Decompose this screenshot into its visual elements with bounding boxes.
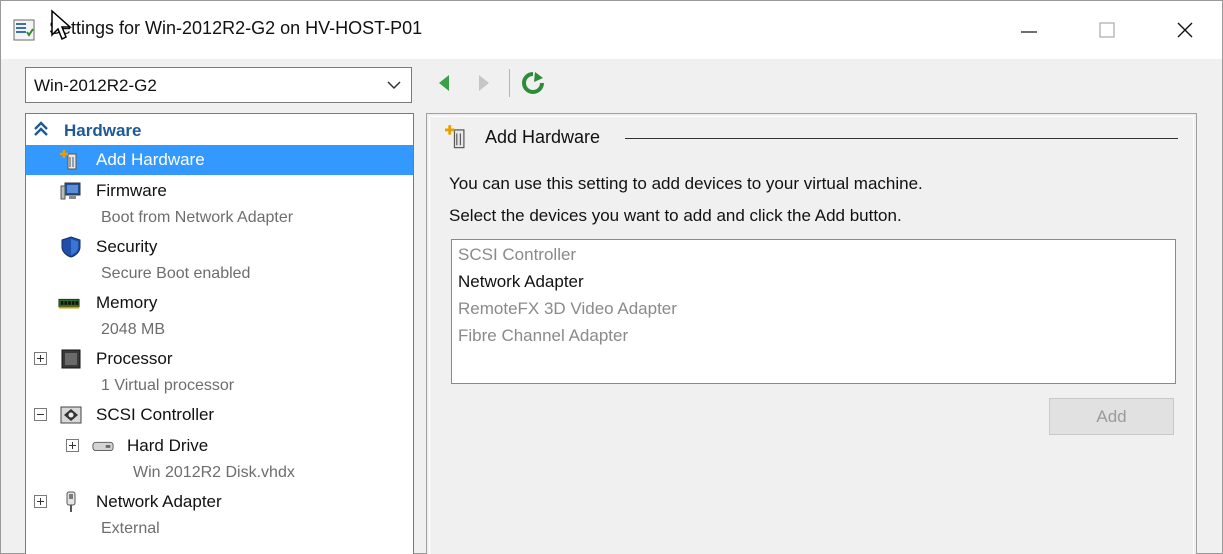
- sidebar-item-label: Firmware: [96, 181, 167, 200]
- network-adapter-icon: [66, 491, 76, 512]
- minimize-icon: [1021, 31, 1037, 33]
- device-item-fibre-channel-adapter[interactable]: Fibre Channel Adapter: [458, 326, 628, 346]
- sidebar-item-detail: Secure Boot enabled: [101, 265, 251, 282]
- sidebar-item-detail: Win 2012R2 Disk.vhdx: [133, 464, 295, 481]
- device-item-remotefx-adapter[interactable]: RemoteFX 3D Video Adapter: [458, 299, 677, 319]
- chevron-down-icon: [387, 81, 401, 90]
- sidebar-item-hard-drive[interactable]: Hard Drive: [26, 431, 413, 461]
- sidebar-item-detail: 2048 MB: [101, 321, 166, 338]
- header-divider: [625, 138, 1178, 139]
- collapse-chevron-icon: [34, 121, 48, 136]
- sidebar-item-detail: Boot from Network Adapter: [101, 209, 294, 226]
- device-item-scsi-controller[interactable]: SCSI Controller: [458, 245, 576, 265]
- forward-arrow-icon[interactable]: [471, 71, 495, 95]
- window-title: Settings for Win-2012R2-G2 on HV-HOST-P0…: [49, 18, 423, 38]
- processor-icon: [61, 349, 81, 369]
- minimize-button[interactable]: [1009, 13, 1049, 47]
- sidebar-item-detail: 1 Virtual processor: [101, 377, 235, 394]
- sidebar-item-label: Memory: [96, 293, 158, 312]
- memory-icon: [58, 298, 80, 309]
- sidebar-item-processor[interactable]: Processor: [26, 344, 413, 374]
- sidebar-item-memory[interactable]: Memory: [26, 288, 413, 318]
- hardware-section-header[interactable]: Hardware: [32, 120, 141, 142]
- sidebar-item-label: Add Hardware: [96, 150, 205, 169]
- close-button[interactable]: [1165, 13, 1205, 47]
- maximize-button[interactable]: [1087, 13, 1127, 47]
- shield-icon: [61, 236, 81, 258]
- sidebar-item-label: Hard Drive: [127, 436, 209, 455]
- firmware-icon: [60, 182, 81, 200]
- sidebar-item-add-hardware[interactable]: Add Hardware: [26, 145, 413, 175]
- title-bar: Settings for Win-2012R2-G2 on HV-HOST-P0…: [1, 1, 1222, 59]
- panel-description: You can use this setting to add devices …: [449, 174, 923, 193]
- sidebar-item-label: Network Adapter: [96, 492, 222, 511]
- sidebar-item-label: Security: [96, 237, 158, 256]
- device-list[interactable]: SCSI Controller Network Adapter RemoteFX…: [451, 239, 1176, 384]
- hard-drive-icon: [92, 441, 114, 452]
- sidebar-item-label: SCSI Controller: [96, 405, 215, 424]
- vm-selector-value: Win-2012R2-G2: [34, 76, 157, 95]
- hardware-tree: Hardware Add Hardware Firmware Boot from…: [25, 113, 414, 554]
- sidebar-item-firmware[interactable]: Firmware: [26, 176, 413, 206]
- device-item-network-adapter[interactable]: Network Adapter: [458, 272, 584, 292]
- add-hardware-icon: [445, 125, 465, 149]
- settings-icon: [13, 19, 35, 41]
- sidebar-item-security[interactable]: Security: [26, 232, 413, 262]
- hardware-section-label: Hardware: [64, 121, 142, 140]
- toolbar-separator: [509, 69, 510, 97]
- panel-title: Add Hardware: [485, 127, 601, 147]
- add-button[interactable]: Add: [1049, 398, 1174, 435]
- mouse-pointer-icon: [51, 9, 72, 41]
- sidebar-item-network-adapter[interactable]: Network Adapter: [26, 487, 413, 517]
- vm-selector[interactable]: Win-2012R2-G2: [25, 67, 412, 103]
- sidebar-item-detail: External: [101, 520, 160, 537]
- sidebar-item-label: Processor: [96, 349, 173, 368]
- back-arrow-icon[interactable]: [433, 71, 457, 95]
- refresh-icon[interactable]: [521, 71, 545, 95]
- sidebar-item-scsi-controller[interactable]: SCSI Controller: [26, 400, 413, 430]
- maximize-icon: [1099, 22, 1115, 38]
- panel-instruction: Select the devices you want to add and c…: [449, 206, 902, 225]
- settings-window: Settings for Win-2012R2-G2 on HV-HOST-P0…: [0, 0, 1223, 554]
- settings-panel: Add Hardware You can use this setting to…: [426, 113, 1197, 554]
- add-hardware-icon: [60, 150, 77, 170]
- scsi-controller-icon: [60, 406, 82, 424]
- close-icon: [1177, 22, 1193, 38]
